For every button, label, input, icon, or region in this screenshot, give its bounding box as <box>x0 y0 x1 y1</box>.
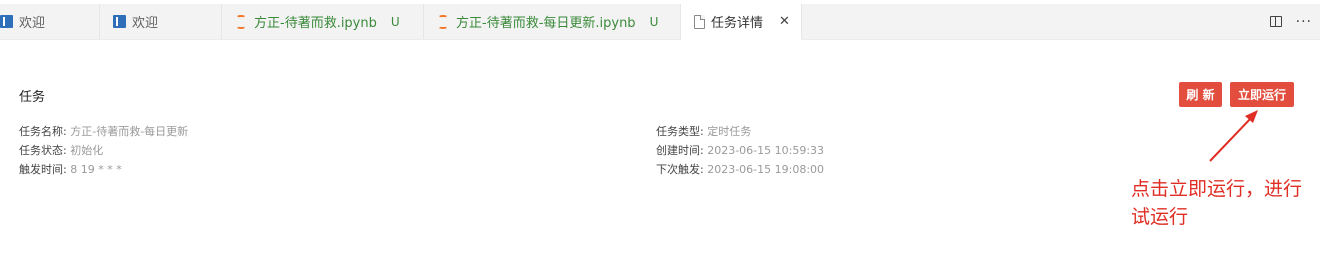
trigger-time-value: 8 19 * * * <box>70 163 122 176</box>
next-trigger-value: 2023-06-15 19:08:00 <box>707 163 825 176</box>
task-status-row: 任务状态: 初始化 <box>19 141 188 160</box>
task-name-label: 任务名称: <box>19 125 67 138</box>
jupyter-notebook-icon <box>436 14 450 29</box>
page-title: 任务 <box>19 90 46 105</box>
welcome-icon <box>113 15 126 28</box>
tab-label: 任务详情 <box>711 16 764 31</box>
created-time-row: 创建时间: 2023-06-15 10:59:33 <box>656 141 824 160</box>
welcome-icon <box>0 15 13 28</box>
task-info-left: 任务名称: 方正-待著而救-每日更新 任务状态: 初始化 触发时间: 8 19 … <box>19 122 188 179</box>
task-name-value: 方正-待著而救-每日更新 <box>70 125 189 138</box>
task-info-right: 任务类型: 定时任务 创建时间: 2023-06-15 10:59:33 下次触… <box>656 122 824 179</box>
task-type-value: 定时任务 <box>707 125 752 138</box>
tab-notebook-2[interactable]: 方正-待著而救-每日更新.ipynb U <box>424 4 681 39</box>
run-now-button[interactable]: 立即运行 <box>1230 82 1294 107</box>
trigger-time-row: 触发时间: 8 19 * * * <box>19 160 188 179</box>
created-time-label: 创建时间: <box>656 144 704 157</box>
tab-label: 欢迎 <box>19 16 46 31</box>
editor-actions: ··· <box>1269 4 1320 39</box>
tab-label: 方正-待著而救.ipynb <box>254 16 377 31</box>
untracked-badge: U <box>390 14 400 29</box>
annotation-text: 点击立即运行，进行试运行 <box>1131 178 1303 228</box>
next-trigger-row: 下次触发: 2023-06-15 19:08:00 <box>656 160 824 179</box>
tab-task-detail[interactable]: 任务详情 ✕ <box>681 4 802 40</box>
file-icon <box>694 14 705 29</box>
close-icon[interactable]: ✕ <box>779 14 790 29</box>
tab-notebook-1[interactable]: 方正-待著而救.ipynb U <box>222 4 424 39</box>
jupyter-notebook-icon <box>234 14 248 29</box>
task-name-row: 任务名称: 方正-待著而救-每日更新 <box>19 122 188 141</box>
tab-label: 方正-待著而救-每日更新.ipynb <box>456 16 636 31</box>
task-status-label: 任务状态: <box>19 144 67 157</box>
tab-label: 欢迎 <box>132 16 159 31</box>
refresh-button[interactable]: 刷 新 <box>1179 82 1222 107</box>
task-type-row: 任务类型: 定时任务 <box>656 122 824 141</box>
tab-bar: 欢迎 欢迎 方正-待著而救.ipynb U 方正-待著而救-每日更新.ipynb… <box>0 4 1320 40</box>
created-time-value: 2023-06-15 10:59:33 <box>707 144 825 157</box>
split-editor-icon[interactable] <box>1269 16 1282 27</box>
untracked-badge: U <box>649 14 659 29</box>
more-actions-icon[interactable]: ··· <box>1296 14 1312 30</box>
task-type-label: 任务类型: <box>656 125 704 138</box>
tab-welcome-2[interactable]: 欢迎 <box>100 4 222 39</box>
next-trigger-label: 下次触发: <box>656 163 704 176</box>
tab-welcome-1[interactable]: 欢迎 <box>0 4 100 39</box>
trigger-time-label: 触发时间: <box>19 163 67 176</box>
task-status-value: 初始化 <box>70 144 104 157</box>
